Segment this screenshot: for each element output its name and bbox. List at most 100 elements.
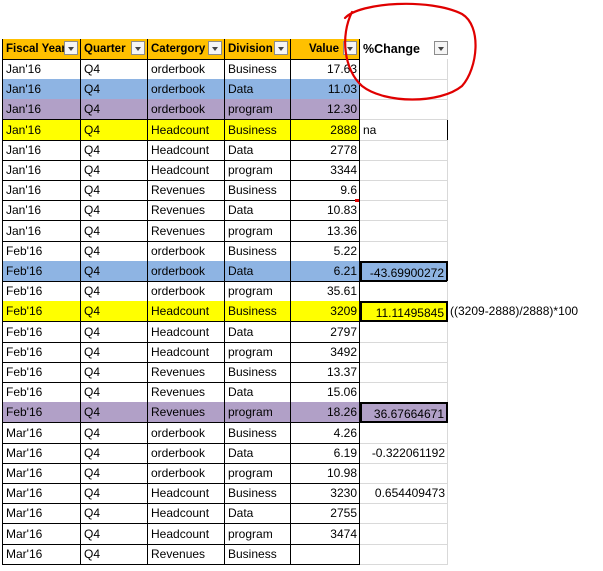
category-cell[interactable]: orderbook <box>148 59 225 80</box>
value-cell[interactable]: 13.37 <box>291 362 360 383</box>
value-cell[interactable]: 15.06 <box>291 382 360 403</box>
category-cell[interactable]: Revenues <box>148 402 225 423</box>
division-cell[interactable]: Business <box>225 59 291 80</box>
header-quarter[interactable]: Quarter <box>81 39 148 60</box>
percent-change-cell[interactable] <box>360 180 448 201</box>
filter-dropdown-icon[interactable] <box>64 41 78 55</box>
fiscal-year-cell[interactable]: Jan'16 <box>2 140 81 161</box>
header-division[interactable]: Division <box>225 39 291 60</box>
fiscal-year-cell[interactable]: Jan'16 <box>2 99 81 120</box>
header-category[interactable]: Catergory <box>148 39 225 60</box>
filter-dropdown-icon[interactable] <box>131 41 145 55</box>
quarter-cell[interactable]: Q4 <box>81 281 148 302</box>
fiscal-year-cell[interactable]: Mar'16 <box>2 483 81 504</box>
quarter-cell[interactable]: Q4 <box>81 241 148 262</box>
fiscal-year-cell[interactable]: Jan'16 <box>2 200 81 221</box>
value-cell[interactable]: 12.30 <box>291 99 360 120</box>
fiscal-year-cell[interactable]: Jan'16 <box>2 79 81 100</box>
filter-dropdown-icon[interactable] <box>434 41 448 55</box>
value-cell[interactable]: 3230 <box>291 483 360 504</box>
value-cell[interactable] <box>291 544 360 565</box>
header-percent-change[interactable]: %Change <box>360 39 448 60</box>
fiscal-year-cell[interactable]: Feb'16 <box>2 402 81 423</box>
quarter-cell[interactable]: Q4 <box>81 301 148 322</box>
percent-change-cell[interactable] <box>360 382 448 403</box>
percent-change-cell[interactable] <box>360 281 448 302</box>
value-cell[interactable]: 3474 <box>291 524 360 545</box>
fiscal-year-cell[interactable]: Feb'16 <box>2 301 81 322</box>
fiscal-year-cell[interactable]: Feb'16 <box>2 362 81 383</box>
category-cell[interactable]: Headcount <box>148 342 225 363</box>
fiscal-year-cell[interactable]: Mar'16 <box>2 463 81 484</box>
percent-change-cell[interactable]: 0.654409473 <box>360 483 448 504</box>
value-cell[interactable]: 35.61 <box>291 281 360 302</box>
category-cell[interactable]: Revenues <box>148 180 225 201</box>
value-cell[interactable]: 17.63 <box>291 59 360 80</box>
fiscal-year-cell[interactable]: Feb'16 <box>2 261 81 282</box>
quarter-cell[interactable]: Q4 <box>81 79 148 100</box>
percent-change-cell[interactable] <box>360 322 448 343</box>
quarter-cell[interactable]: Q4 <box>81 463 148 484</box>
value-cell[interactable]: 2888 <box>291 120 360 141</box>
fiscal-year-cell[interactable]: Mar'16 <box>2 524 81 545</box>
filter-dropdown-icon[interactable] <box>274 41 288 55</box>
value-cell[interactable]: 3492 <box>291 342 360 363</box>
value-cell[interactable]: 5.22 <box>291 241 360 262</box>
division-cell[interactable]: Business <box>225 241 291 262</box>
percent-change-cell[interactable] <box>360 140 448 161</box>
category-cell[interactable]: Headcount <box>148 140 225 161</box>
percent-change-cell[interactable] <box>360 463 448 484</box>
value-cell[interactable]: 6.19 <box>291 443 360 464</box>
division-cell[interactable]: program <box>225 402 291 423</box>
category-cell[interactable]: Revenues <box>148 362 225 383</box>
quarter-cell[interactable]: Q4 <box>81 200 148 221</box>
percent-change-cell[interactable]: 36.67664671 <box>360 402 448 423</box>
division-cell[interactable]: program <box>225 281 291 302</box>
fiscal-year-cell[interactable]: Feb'16 <box>2 382 81 403</box>
percent-change-cell[interactable] <box>360 200 448 221</box>
header-fiscal-year[interactable]: Fiscal Year <box>2 39 81 60</box>
quarter-cell[interactable]: Q4 <box>81 99 148 120</box>
category-cell[interactable]: Headcount <box>148 322 225 343</box>
quarter-cell[interactable]: Q4 <box>81 342 148 363</box>
fiscal-year-cell[interactable]: Jan'16 <box>2 59 81 80</box>
category-cell[interactable]: orderbook <box>148 79 225 100</box>
fiscal-year-cell[interactable]: Jan'16 <box>2 160 81 181</box>
percent-change-cell[interactable] <box>360 221 448 242</box>
percent-change-cell[interactable] <box>360 503 448 524</box>
category-cell[interactable]: orderbook <box>148 281 225 302</box>
percent-change-cell[interactable]: -43.69900272 <box>360 261 448 282</box>
value-cell[interactable]: 13.36 <box>291 221 360 242</box>
category-cell[interactable]: Headcount <box>148 524 225 545</box>
division-cell[interactable]: Business <box>225 362 291 383</box>
quarter-cell[interactable]: Q4 <box>81 140 148 161</box>
percent-change-cell[interactable] <box>360 99 448 120</box>
category-cell[interactable]: orderbook <box>148 423 225 444</box>
category-cell[interactable]: Revenues <box>148 544 225 565</box>
quarter-cell[interactable]: Q4 <box>81 362 148 383</box>
fiscal-year-cell[interactable]: Jan'16 <box>2 221 81 242</box>
quarter-cell[interactable]: Q4 <box>81 524 148 545</box>
value-cell[interactable]: 11.03 <box>291 79 360 100</box>
division-cell[interactable]: program <box>225 342 291 363</box>
header-value[interactable]: Value <box>291 39 360 60</box>
quarter-cell[interactable]: Q4 <box>81 483 148 504</box>
category-cell[interactable]: Headcount <box>148 120 225 141</box>
category-cell[interactable]: Revenues <box>148 382 225 403</box>
value-cell[interactable]: 2797 <box>291 322 360 343</box>
category-cell[interactable]: Revenues <box>148 200 225 221</box>
value-cell[interactable]: 9.6 <box>291 180 360 201</box>
division-cell[interactable]: program <box>225 160 291 181</box>
percent-change-cell[interactable] <box>360 59 448 80</box>
division-cell[interactable]: Business <box>225 120 291 141</box>
division-cell[interactable]: Business <box>225 544 291 565</box>
division-cell[interactable]: Data <box>225 79 291 100</box>
division-cell[interactable]: Business <box>225 423 291 444</box>
category-cell[interactable]: Headcount <box>148 301 225 322</box>
quarter-cell[interactable]: Q4 <box>81 544 148 565</box>
quarter-cell[interactable]: Q4 <box>81 402 148 423</box>
percent-change-cell[interactable]: -0.322061192 <box>360 443 448 464</box>
category-cell[interactable]: orderbook <box>148 261 225 282</box>
category-cell[interactable]: orderbook <box>148 463 225 484</box>
fiscal-year-cell[interactable]: Jan'16 <box>2 180 81 201</box>
